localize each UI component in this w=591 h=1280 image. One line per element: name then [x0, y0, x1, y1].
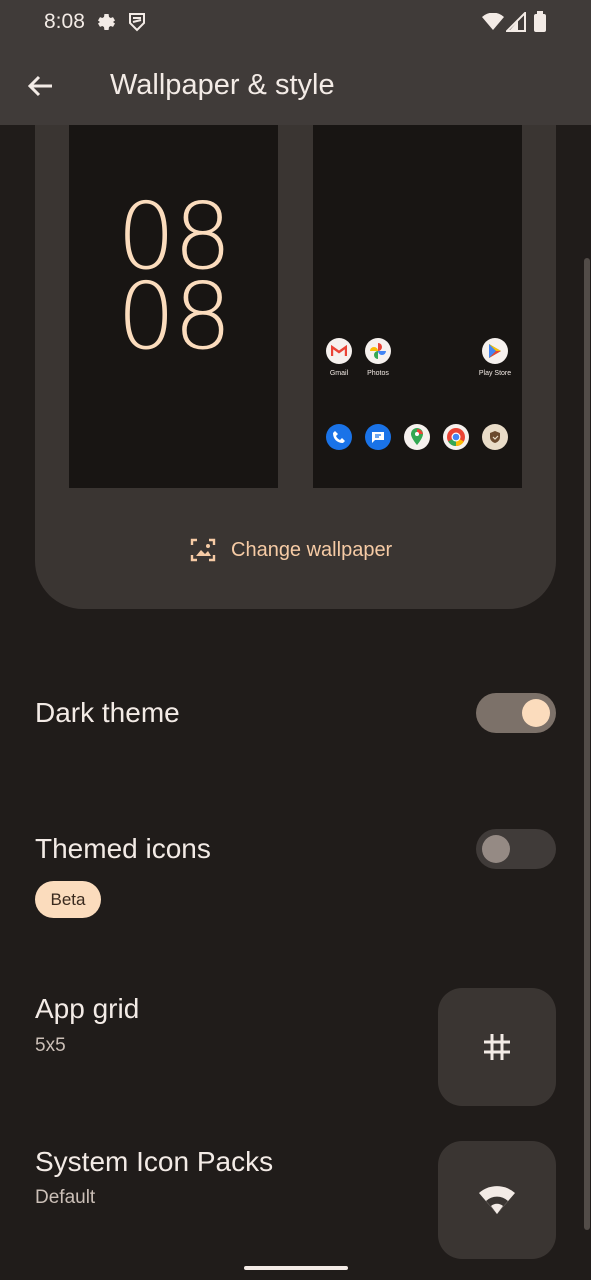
lock-screen-preview[interactable]: 08 08: [69, 125, 278, 488]
clock-minutes: 08: [116, 263, 232, 370]
scrollbar[interactable]: [584, 258, 590, 1230]
gesture-nav-handle[interactable]: [244, 1266, 348, 1270]
status-time: 8:08: [44, 10, 85, 33]
toggle-thumb: [522, 699, 550, 727]
change-wallpaper-button[interactable]: Change wallpaper: [189, 533, 392, 567]
play-store-icon: [482, 338, 508, 364]
themed-icons-toggle[interactable]: [476, 829, 556, 869]
change-wallpaper-label: Change wallpaper: [231, 538, 393, 561]
app-grid-tile[interactable]: [438, 988, 556, 1106]
themed-icons-label: Themed icons: [35, 833, 211, 864]
app-label-photos: Photos: [367, 370, 389, 377]
back-button[interactable]: [22, 68, 58, 104]
icon-packs-value: Default: [35, 1187, 96, 1208]
messages-icon: [365, 424, 391, 450]
home-screen-preview[interactable]: Gmail Photos Play Store: [313, 125, 522, 488]
app-grid-label: App grid: [35, 993, 140, 1024]
app-label-gmail: Gmail: [329, 370, 349, 377]
settings-gear-icon: [96, 12, 116, 37]
app-grid-value: 5x5: [35, 1035, 66, 1056]
phone-icon: [326, 424, 352, 450]
chrome-icon: [443, 424, 469, 450]
wifi-icon: [482, 12, 504, 36]
grid-hash-icon: [484, 1034, 510, 1060]
icon-packs-tile[interactable]: [438, 1141, 556, 1259]
maps-icon: [404, 424, 430, 450]
wallpaper-preview-card: 08 08 Gmail Photos Play Store Change wal…: [35, 125, 556, 609]
gmail-icon: [326, 338, 352, 364]
photos-icon: [365, 338, 391, 364]
toggle-thumb: [482, 835, 510, 863]
beta-badge: Beta: [35, 881, 101, 918]
shield-icon: [128, 12, 146, 37]
signal-icon: [504, 10, 526, 37]
page-title: Wallpaper & style: [110, 69, 335, 101]
icon-packs-label: System Icon Packs: [35, 1146, 274, 1177]
wifi-icon: [479, 1186, 515, 1214]
app-label-play-store: Play Store: [478, 370, 512, 377]
wallpaper-icon: [190, 538, 216, 562]
status-bar: 8:08: [0, 0, 591, 46]
dark-theme-toggle[interactable]: [476, 693, 556, 733]
lock-clock: 08 08: [69, 191, 278, 370]
battery-icon: [533, 11, 547, 38]
dark-theme-label: Dark theme: [35, 697, 180, 728]
security-icon: [482, 424, 508, 450]
back-arrow-icon: [27, 75, 52, 97]
app-bar: Wallpaper & style: [0, 46, 591, 125]
